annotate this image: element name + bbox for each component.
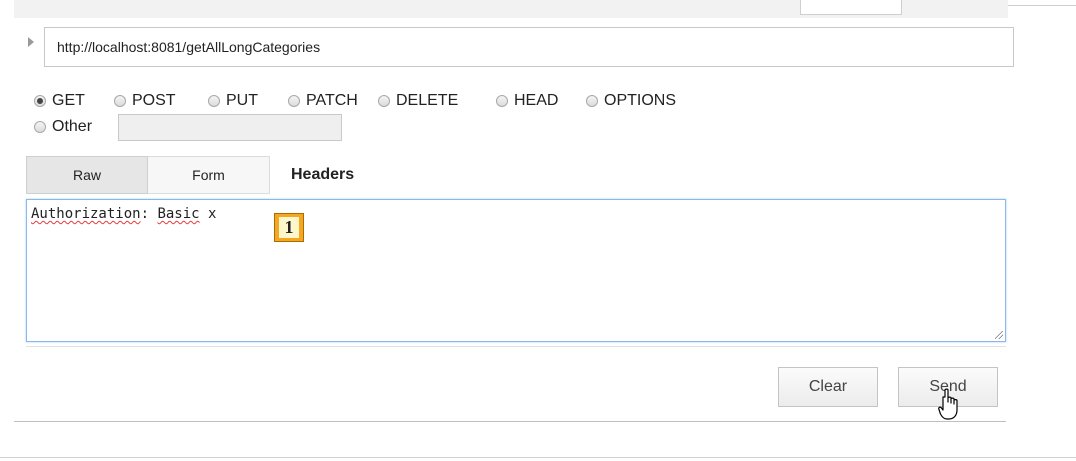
method-radio-options[interactable]: OPTIONS	[586, 92, 676, 110]
header-separator: :	[140, 206, 158, 222]
method-label: POST	[132, 92, 176, 109]
headers-text: Authorization: Basic x	[31, 206, 216, 222]
radio-icon[interactable]	[496, 95, 508, 107]
annotation-badge-number: 1	[279, 217, 299, 238]
method-label: OPTIONS	[604, 92, 677, 109]
method-radio-post[interactable]: POST	[114, 92, 176, 110]
method-label: PUT	[226, 92, 258, 109]
footer-divider	[14, 421, 1006, 422]
radio-icon[interactable]	[378, 95, 390, 107]
method-label: GET	[52, 92, 85, 109]
method-label: DELETE	[396, 92, 459, 109]
radio-icon[interactable]	[208, 95, 220, 107]
radio-icon[interactable]	[114, 95, 126, 107]
method-radio-head[interactable]: HEAD	[496, 92, 558, 110]
radio-icon[interactable]	[34, 95, 46, 107]
section-divider	[26, 346, 1006, 347]
hand-pointer-icon	[938, 388, 958, 420]
tab-raw[interactable]: Raw	[26, 156, 148, 194]
method-radio-patch[interactable]: PATCH	[288, 92, 358, 110]
headers-textarea[interactable]: Authorization: Basic x	[26, 199, 1006, 342]
headers-title: Headers	[291, 166, 355, 183]
method-label: PATCH	[306, 92, 358, 109]
method-radio-get[interactable]: GET	[34, 92, 85, 110]
header-scheme: Basic	[157, 206, 200, 222]
top-toolbar-tab[interactable]	[800, 0, 902, 15]
method-radio-other[interactable]: Other	[34, 118, 92, 136]
resize-grip-icon[interactable]	[995, 331, 1003, 339]
expand-triangle-icon[interactable]	[28, 37, 34, 47]
other-method-input[interactable]	[118, 114, 342, 141]
header-key: Authorization	[31, 206, 141, 222]
annotation-badge: 1	[274, 213, 304, 242]
top-divider	[1008, 5, 1076, 6]
bottom-divider	[0, 457, 1076, 458]
method-radio-delete[interactable]: DELETE	[378, 92, 458, 110]
url-input[interactable]	[44, 27, 1014, 67]
tab-form[interactable]: Form	[148, 156, 270, 194]
header-value: x	[199, 206, 217, 222]
radio-icon[interactable]	[34, 121, 46, 133]
method-label: HEAD	[514, 92, 559, 109]
radio-icon[interactable]	[288, 95, 300, 107]
method-label: Other	[52, 118, 93, 135]
method-radio-put[interactable]: PUT	[208, 92, 258, 110]
clear-button[interactable]: Clear	[778, 367, 878, 407]
radio-icon[interactable]	[586, 95, 598, 107]
